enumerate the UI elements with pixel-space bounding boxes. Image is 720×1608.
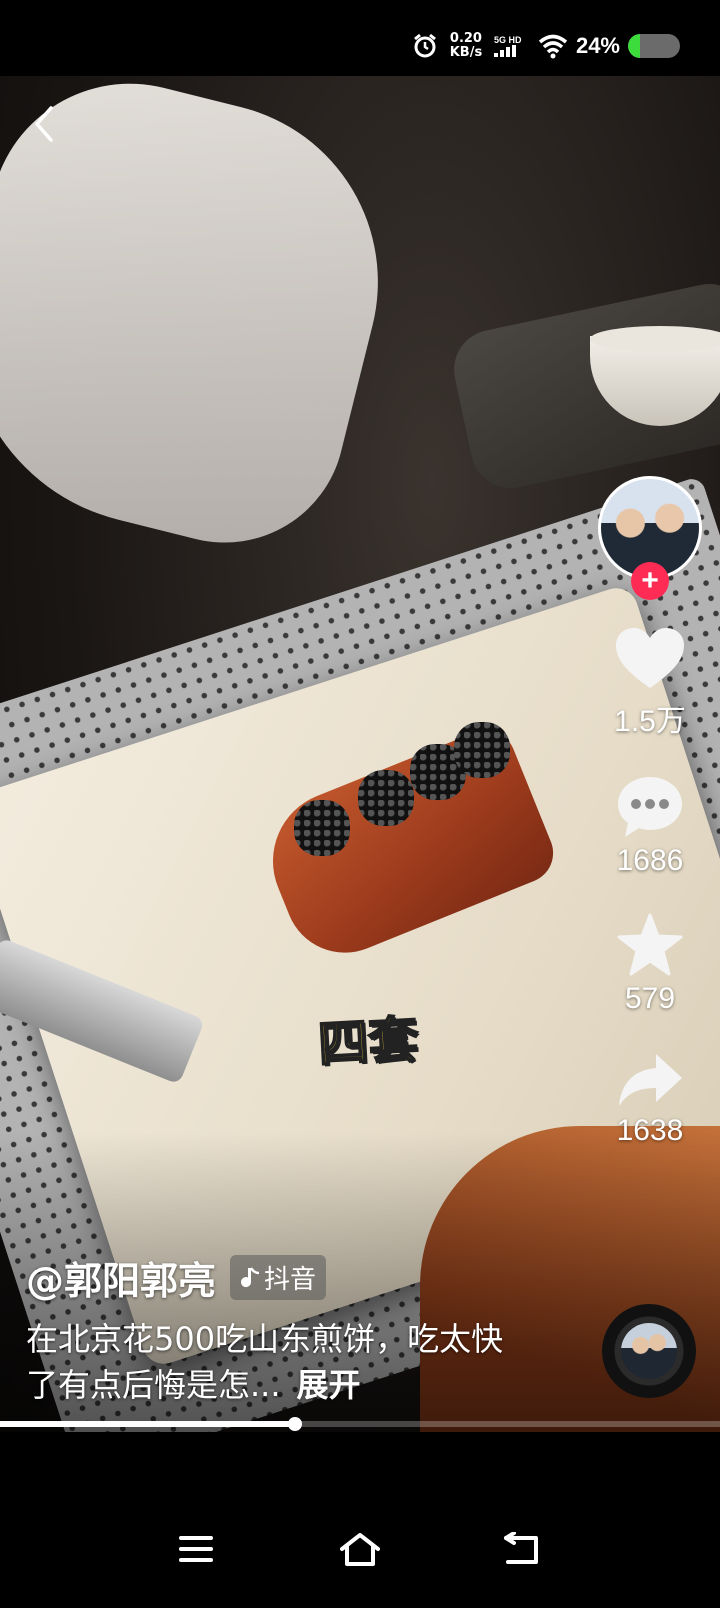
alarm-clock-icon xyxy=(414,33,436,58)
wifi-icon xyxy=(538,34,568,59)
scene-caviar xyxy=(294,800,350,856)
scene-caviar xyxy=(358,770,414,826)
expand-link[interactable]: 展开 xyxy=(297,1366,361,1404)
follow-button[interactable]: + xyxy=(631,562,669,600)
back-icon xyxy=(504,1532,538,1564)
home-icon xyxy=(340,1533,380,1566)
nav-menu-button[interactable] xyxy=(168,1524,224,1574)
share-button[interactable]: 1638 xyxy=(616,1050,684,1148)
network-speed: 0.20 KB/s xyxy=(446,32,486,60)
chevron-left-icon xyxy=(35,106,53,142)
follow-plus-icon: + xyxy=(641,564,659,597)
network-speed-unit: KB/s xyxy=(449,45,483,60)
platform-tag-label: 抖音 xyxy=(264,1265,317,1295)
network-speed-value: 0.20 xyxy=(449,31,482,46)
battery-percent: 24% xyxy=(575,33,620,58)
signal-label: 5G HD xyxy=(493,35,522,45)
author-name[interactable]: @郭阳郭亮 xyxy=(26,1250,216,1305)
music-cover xyxy=(621,1323,677,1379)
share-count: 1638 xyxy=(616,1114,684,1147)
nav-home-button[interactable] xyxy=(332,1524,388,1574)
like-button[interactable]: 1.5万 xyxy=(614,626,686,740)
battery-fill xyxy=(628,34,641,58)
favorite-count: 579 xyxy=(624,982,676,1015)
status-icons: 0.20 KB/s 5G HD 24% xyxy=(412,26,680,66)
music-note-icon xyxy=(241,1266,260,1287)
like-count: 1.5万 xyxy=(614,705,686,738)
comment-count: 1686 xyxy=(616,844,684,877)
system-nav-bar xyxy=(0,1432,720,1608)
share-arrow-icon xyxy=(619,1054,682,1106)
back-button[interactable] xyxy=(22,102,66,146)
star-icon xyxy=(617,913,683,976)
video-caption-overlay: 四套 xyxy=(316,1009,421,1074)
post-description-text: 在北京花500吃山东煎饼，吃太快了有点后悔是怎... xyxy=(26,1320,504,1404)
action-column: + 1.5万 1686 579 1638 xyxy=(598,476,702,1148)
battery-icon xyxy=(628,34,680,58)
menu-icon xyxy=(179,1536,213,1562)
nav-back-button[interactable] xyxy=(494,1524,550,1574)
comment-button[interactable]: 1686 xyxy=(615,774,685,878)
progress-fill xyxy=(0,1421,296,1427)
status-bar: 0.20 KB/s 5G HD 24% xyxy=(0,0,720,76)
author-row: @郭阳郭亮 抖音 xyxy=(26,1250,327,1305)
scene-caviar xyxy=(454,722,510,778)
scene-gloved-hand xyxy=(0,76,417,568)
comment-bubble-icon xyxy=(618,777,682,837)
post-description: 在北京花500吃山东煎饼，吃太快了有点后悔是怎... 展开 xyxy=(26,1316,526,1408)
signal-bars-icon xyxy=(493,45,516,57)
cellular-signal: 5G HD xyxy=(493,35,530,57)
heart-icon xyxy=(616,628,684,688)
video-progress-bar[interactable] xyxy=(0,1417,720,1431)
favorite-button[interactable]: 579 xyxy=(616,912,684,1016)
music-disc[interactable] xyxy=(602,1304,696,1398)
platform-tag: 抖音 xyxy=(230,1255,327,1300)
